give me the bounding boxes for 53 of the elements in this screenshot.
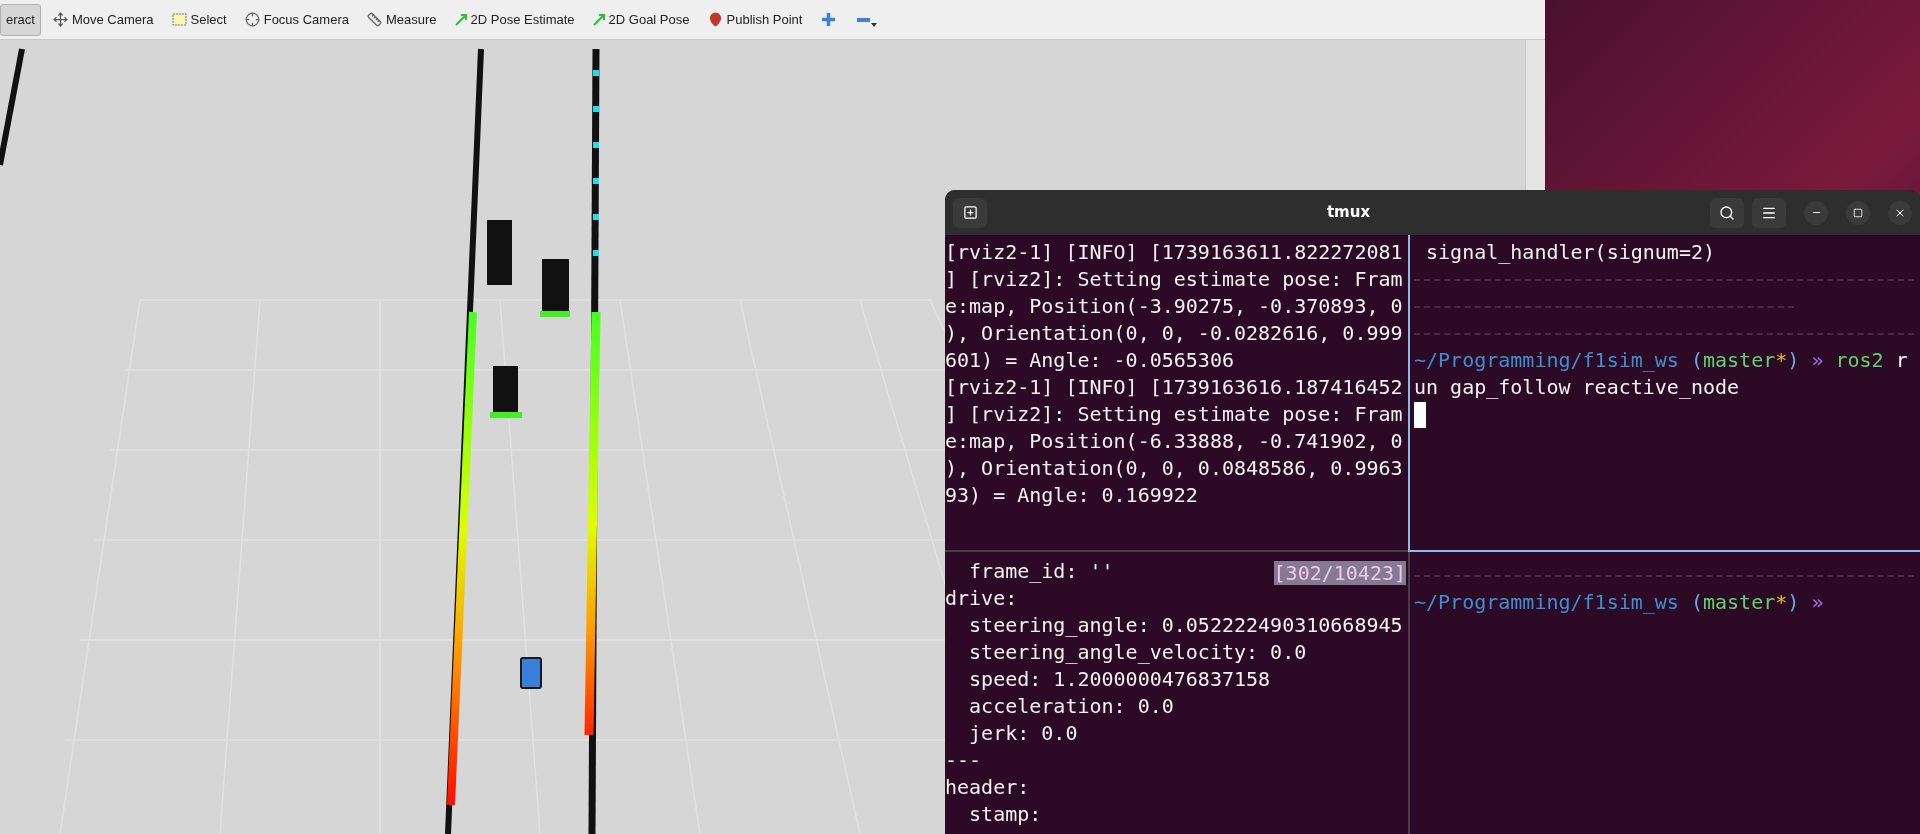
tool-button[interactable]: Publish Point bbox=[701, 3, 809, 36]
scroll-position-badge: [302/10423] bbox=[1273, 561, 1406, 585]
new-tab-button[interactable] bbox=[953, 197, 987, 228]
shell-prompt: ~/Programming/f1sim_ws (master*) » bbox=[1414, 589, 1825, 616]
terminal-line: un gap_follow reactive_node bbox=[1414, 374, 1741, 401]
tool-button[interactable]: Move Camera bbox=[46, 3, 160, 36]
terminal-line: steering_angle: 0.052222490310668945 bbox=[968, 613, 1403, 637]
tool-button[interactable]: eract bbox=[0, 3, 41, 36]
tool-button[interactable]: 2D Goal Pose bbox=[586, 3, 696, 36]
maximize-button[interactable] bbox=[1846, 200, 1870, 225]
search-icon bbox=[1719, 204, 1735, 221]
window-title: tmux bbox=[1326, 202, 1371, 224]
terminal-line: ] [rviz2]: Setting estimate pose: Fram bbox=[945, 401, 1404, 428]
terminal-line: 93) = Angle: 0.169922 bbox=[945, 482, 1199, 509]
terminal-line: e:map, Position(-6.33888, -0.741902, 0 bbox=[945, 428, 1404, 455]
terminal-line: --- bbox=[945, 748, 982, 772]
terminal-line: [rviz2-1] [INFO] [1739163611.822272081 bbox=[945, 239, 1404, 266]
terminal-line: header: bbox=[945, 775, 1030, 799]
shell-prompt: ~/Programming/f1sim_ws (master*) » ros2 r bbox=[1414, 347, 1909, 374]
ruler-icon bbox=[366, 12, 382, 27]
terminal-line: ), Orientation(0, 0, 0.0848586, 0.9963 bbox=[945, 455, 1404, 482]
map-pin-icon bbox=[707, 12, 723, 27]
terminal-line: drive: bbox=[945, 586, 1018, 610]
terminal-line: steering_angle_velocity: 0.0 bbox=[968, 640, 1307, 664]
tool-button[interactable]: 2D Pose Estimate bbox=[448, 3, 581, 36]
diagonal-arrow-icon bbox=[592, 13, 605, 26]
caret-icon bbox=[871, 22, 878, 27]
terminal-line: 601) = Angle: -0.0565306 bbox=[945, 347, 1235, 374]
new-tab-icon bbox=[962, 205, 978, 220]
terminal-line: ), Orientation(0, 0, -0.0282616, 0.999 bbox=[945, 320, 1404, 347]
terminal-line: e:map, Position(-3.90275, -0.370893, 0 bbox=[945, 293, 1404, 320]
crosshair-icon bbox=[244, 12, 260, 27]
text-cursor bbox=[1414, 401, 1426, 428]
menu-button[interactable] bbox=[1752, 197, 1786, 228]
maximize-icon bbox=[1853, 207, 1863, 218]
tool-button[interactable]: Measure bbox=[360, 3, 443, 36]
terminal-line: jerk: 0.0 bbox=[968, 721, 1078, 745]
terminal-line: signal_handler(signum=2) bbox=[1425, 239, 1717, 266]
dashed-rectangle-icon bbox=[171, 13, 187, 26]
search-button[interactable] bbox=[1710, 197, 1744, 228]
close-button[interactable] bbox=[1888, 200, 1912, 225]
plus-icon bbox=[822, 13, 836, 26]
terminal-line: speed: 1.2000000476837158 bbox=[968, 667, 1271, 691]
tool-button[interactable]: Select bbox=[165, 3, 233, 36]
terminal-line: acceleration: 0.0 bbox=[968, 694, 1174, 718]
terminal-line: ] [rviz2]: Setting estimate pose: Fram bbox=[945, 266, 1404, 293]
terminal-line: [rviz2-1] [INFO] [1739163616.187416452 bbox=[945, 374, 1404, 401]
diagonal-arrow-icon bbox=[454, 13, 467, 26]
minus-icon bbox=[857, 17, 871, 22]
move-arrows-icon bbox=[52, 12, 68, 27]
tool-button[interactable]: Focus Camera bbox=[238, 3, 355, 36]
terminal-line: stamp: bbox=[968, 802, 1042, 826]
terminal-line: frame_id: '' bbox=[968, 559, 1114, 583]
